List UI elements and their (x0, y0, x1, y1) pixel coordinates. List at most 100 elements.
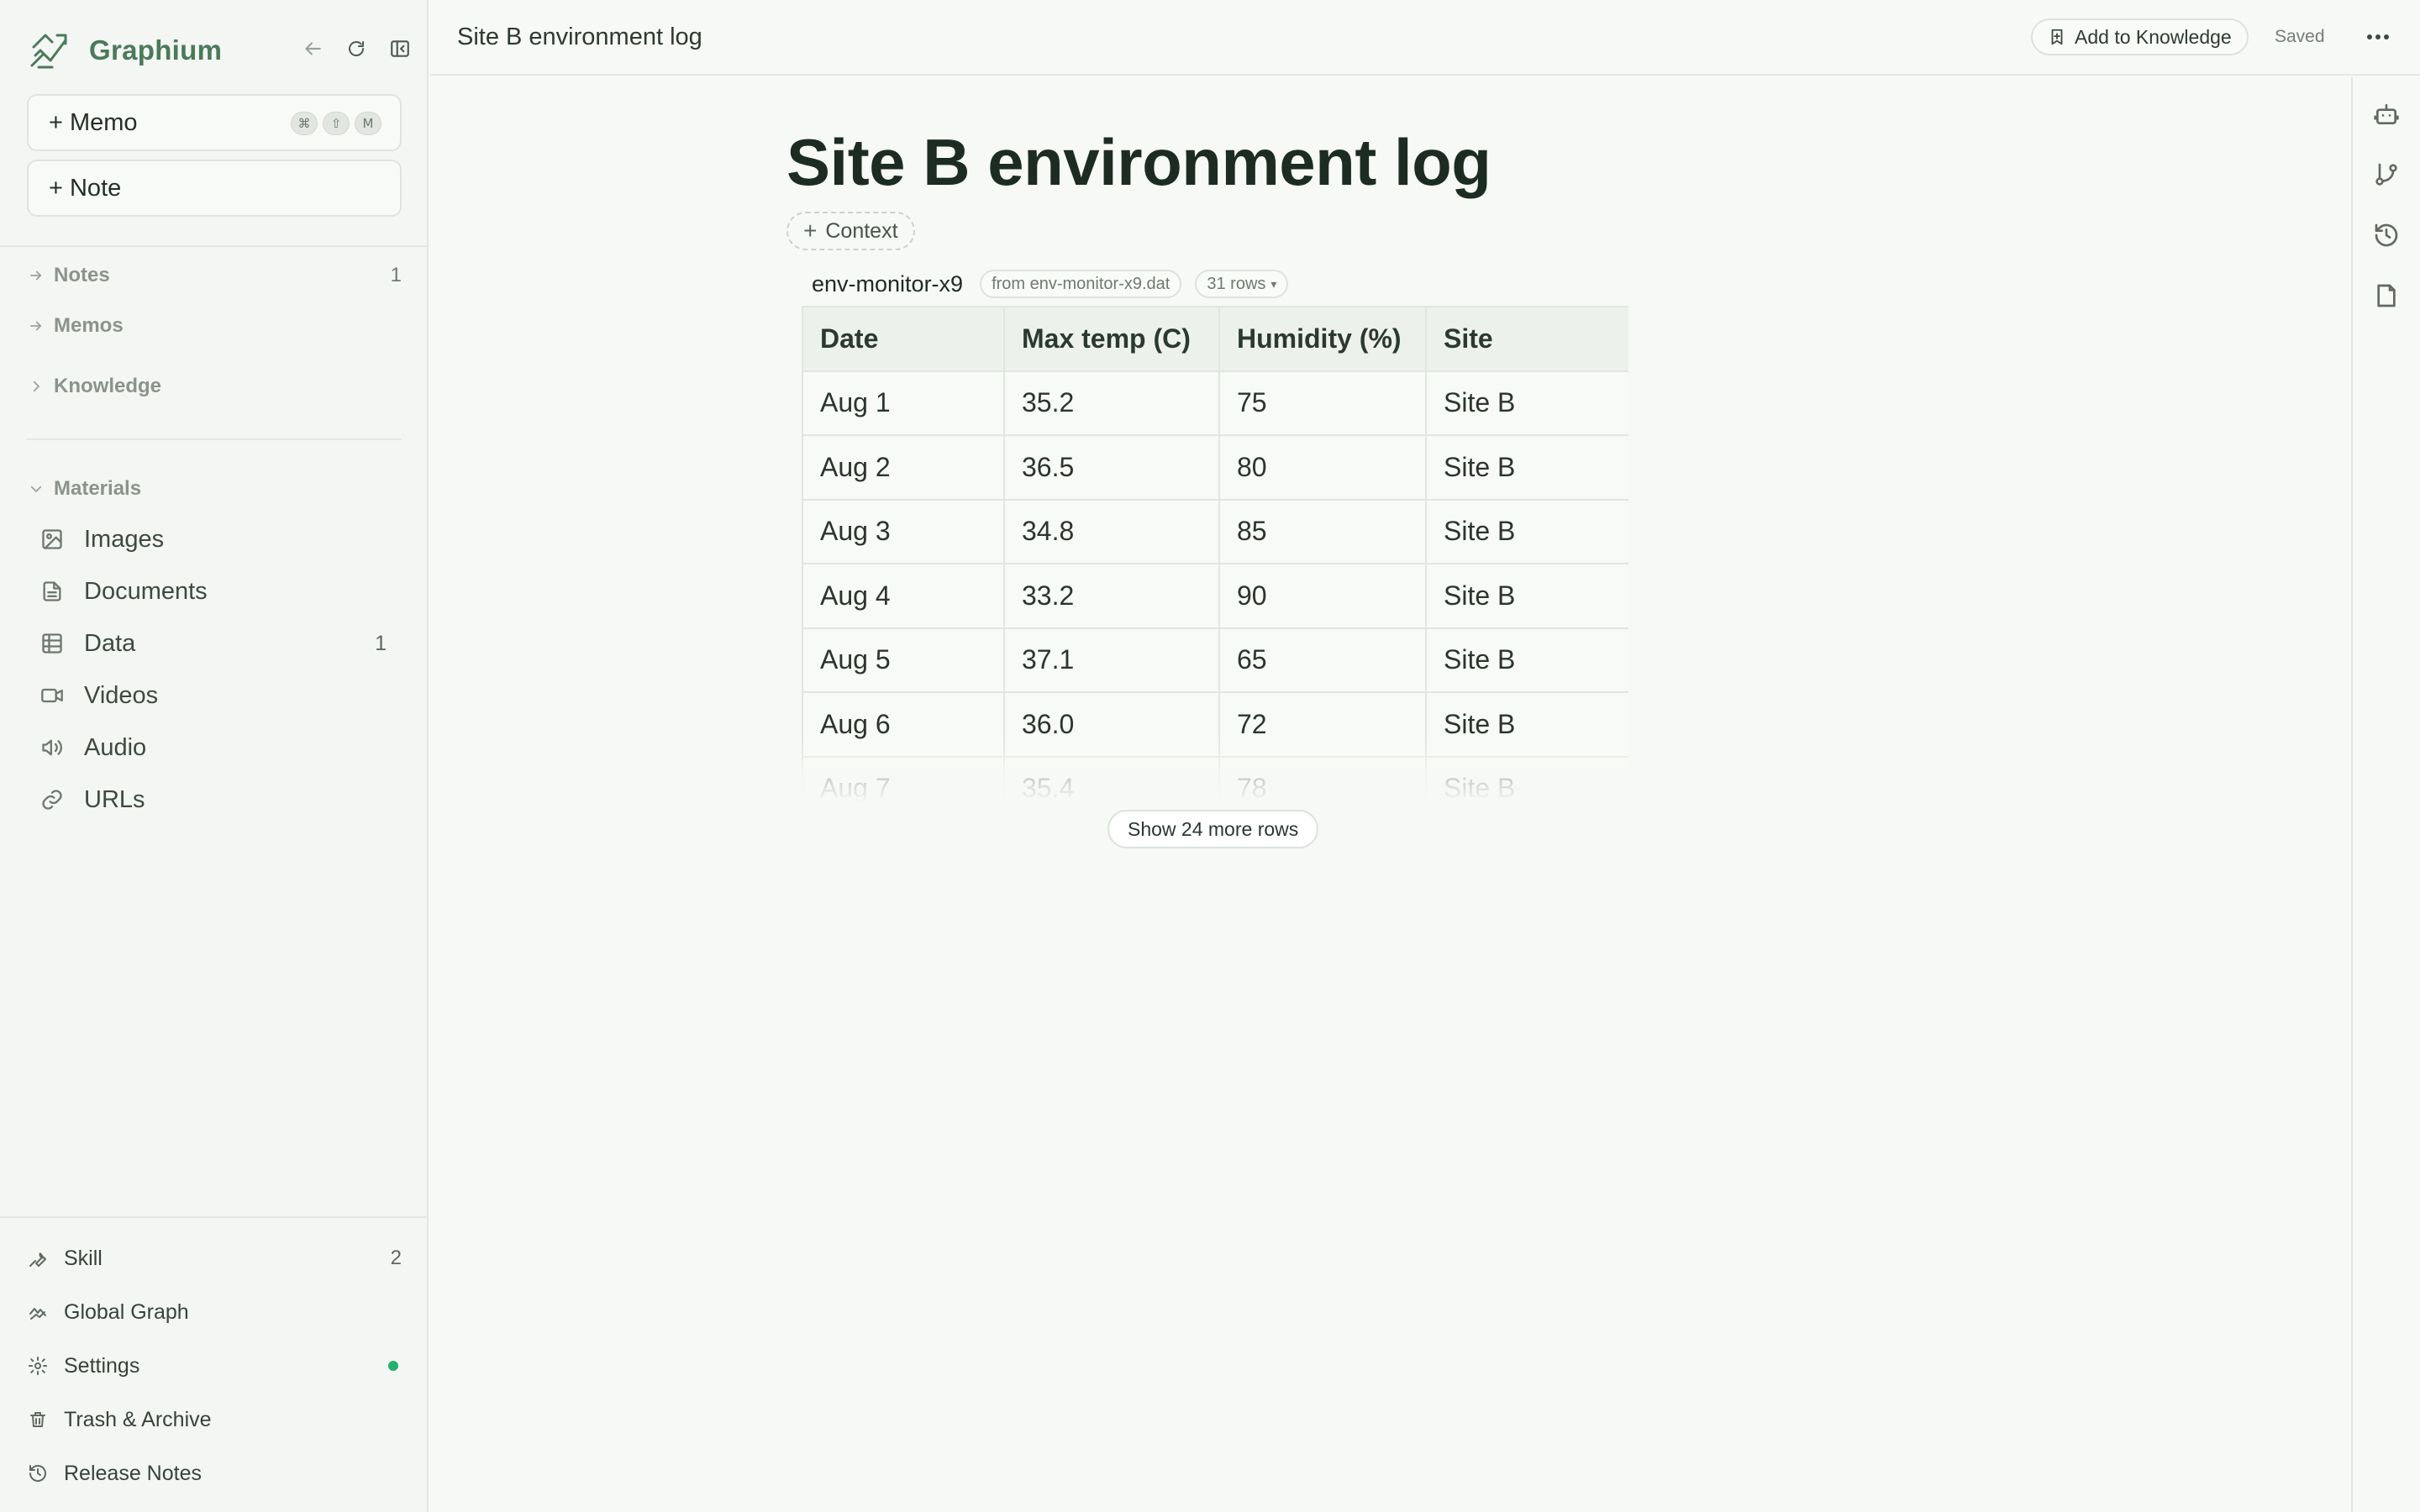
refresh-icon[interactable] (343, 35, 370, 62)
sidebar-section-materials[interactable]: Materials (27, 472, 402, 506)
history-icon[interactable] (2371, 220, 2402, 250)
wrench-icon (27, 1247, 49, 1269)
sidebar-item-urls[interactable]: URLs (39, 780, 402, 820)
sidebar-item-label: Documents (84, 577, 208, 605)
column-header[interactable]: Humidity (%) (1218, 306, 1427, 372)
table-cell[interactable]: Site B (1425, 370, 1628, 436)
arrow-right-icon (27, 266, 45, 285)
rows-count-label: 31 rows (1207, 274, 1266, 293)
sidebar-item-data[interactable]: Data 1 (39, 623, 402, 664)
table-cell[interactable]: 65 (1218, 627, 1427, 693)
table-row: Aug 6 36.0 72 Site B (802, 691, 1628, 758)
sidebar-item-label: Settings (64, 1353, 140, 1378)
table-row: Aug 1 35.2 75 Site B (802, 370, 1628, 436)
trash-icon (27, 1409, 49, 1431)
sidebar-item-label: Images (84, 525, 165, 553)
caret-down-icon: ▾ (1270, 276, 1277, 291)
sidebar-item-label: Trash & Archive (64, 1407, 212, 1431)
table-cell[interactable]: Aug 5 (802, 627, 1005, 693)
image-icon (39, 526, 66, 553)
sidebar-item-images[interactable]: Images (39, 519, 402, 559)
show-more-rows-button[interactable]: Show 24 more rows (1107, 810, 1319, 848)
table-cell[interactable]: Site B (1425, 434, 1628, 501)
branch-icon[interactable] (2371, 160, 2402, 190)
dataset-name[interactable]: env-monitor-x9 (812, 271, 963, 297)
table-cell[interactable]: 33.2 (1003, 563, 1220, 629)
robot-icon[interactable] (2371, 99, 2402, 129)
column-header[interactable]: Site (1425, 306, 1628, 372)
sidebar-item-label: Skill (64, 1246, 103, 1270)
table-cell[interactable]: 36.0 (1003, 691, 1220, 758)
table-cell[interactable]: Aug 1 (802, 370, 1005, 436)
page-icon[interactable] (2371, 281, 2402, 311)
sidebar-item-release-notes[interactable]: Release Notes (27, 1455, 402, 1492)
sidebar-item-knowledge[interactable]: Knowledge (27, 370, 402, 403)
video-icon (39, 682, 66, 709)
sidebar-item-settings[interactable]: Settings (27, 1347, 402, 1384)
collapse-sidebar-icon[interactable] (387, 35, 413, 62)
sidebar-item-trash-archive[interactable]: Trash & Archive (27, 1401, 402, 1438)
sidebar-item-notes[interactable]: Notes 1 (27, 259, 402, 292)
table-cell[interactable]: Aug 4 (802, 563, 1005, 629)
table-cell[interactable]: 75 (1218, 370, 1427, 436)
new-memo-label: + Memo (49, 108, 138, 136)
column-header[interactable]: Max temp (C) (1003, 306, 1220, 372)
breadcrumb[interactable]: Site B environment log (457, 24, 702, 51)
new-note-label: + Note (49, 174, 122, 202)
link-icon (39, 786, 66, 813)
brand[interactable]: Graphium (27, 29, 222, 72)
sidebar-item-videos[interactable]: Videos (39, 675, 402, 716)
sidebar-item-global-graph[interactable]: Global Graph (27, 1294, 402, 1331)
table-cell[interactable]: 72 (1218, 691, 1427, 758)
status-dot (388, 1361, 398, 1371)
dataset-source-badge: from env-monitor-x9.dat (980, 270, 1182, 298)
back-arrow-icon[interactable] (299, 35, 326, 62)
table-cell[interactable]: Aug 3 (802, 498, 1005, 564)
new-note-button[interactable]: + Note (27, 160, 402, 217)
sidebar-divider (0, 245, 427, 247)
page-title[interactable]: Site B environment log (786, 124, 1491, 201)
table-cell[interactable]: 90 (1218, 563, 1427, 629)
more-options-icon[interactable] (2363, 25, 2393, 49)
sidebar-item-skill[interactable]: Skill 2 (27, 1240, 402, 1277)
add-to-knowledge-button[interactable]: Add to Knowledge (2031, 18, 2249, 55)
table-cell[interactable]: Aug 2 (802, 434, 1005, 501)
sidebar-divider (0, 1216, 427, 1218)
shortcut-key: ⌘ (291, 112, 318, 135)
app-name: Graphium (89, 34, 223, 66)
table-cell[interactable]: 78 (1218, 755, 1427, 801)
table-cell[interactable]: Site B (1425, 755, 1628, 801)
table-cell[interactable]: 34.8 (1003, 498, 1220, 564)
rows-count-badge[interactable]: 31 rows ▾ (1195, 270, 1289, 298)
table-cell[interactable]: Site B (1425, 563, 1628, 629)
add-to-knowledge-label: Add to Knowledge (2075, 25, 2232, 48)
materials-label: Materials (54, 477, 142, 500)
sidebar-item-memos[interactable]: Memos (27, 309, 402, 343)
sidebar-item-label: Videos (84, 681, 159, 709)
table-cell[interactable]: Site B (1425, 498, 1628, 564)
sidebar-item-audio[interactable]: Audio (39, 727, 402, 768)
table-row: Aug 3 34.8 85 Site B (802, 498, 1628, 564)
table-cell[interactable]: 35.4 (1003, 755, 1220, 801)
bookmark-add-icon (2048, 28, 2066, 46)
shortcut-key: M (355, 112, 381, 135)
table-cell[interactable]: Site B (1425, 627, 1628, 693)
table-cell[interactable]: 85 (1218, 498, 1427, 564)
new-memo-button[interactable]: + Memo ⌘ ⇧ M (27, 94, 402, 151)
sidebar: Graphium + Memo ⌘ ⇧ M + Note Notes 1 Mem… (0, 0, 429, 1512)
sidebar-item-documents[interactable]: Documents (39, 571, 402, 612)
data-table: Date Max temp (C) Humidity (%) Site Aug … (802, 306, 1628, 801)
add-context-button[interactable]: + Context (786, 212, 915, 250)
sidebar-item-label: Data (84, 629, 136, 657)
table-cell[interactable]: Aug 7 (802, 755, 1005, 801)
table-row: Aug 4 33.2 90 Site B (802, 563, 1628, 629)
table-cell[interactable]: Site B (1425, 691, 1628, 758)
column-header[interactable]: Date (802, 306, 1005, 372)
dataset-header: env-monitor-x9 from env-monitor-x9.dat 3… (812, 269, 1289, 299)
table-cell[interactable]: 80 (1218, 434, 1427, 501)
table-cell[interactable]: Aug 6 (802, 691, 1005, 758)
table-cell[interactable]: 37.1 (1003, 627, 1220, 693)
table-cell[interactable]: 36.5 (1003, 434, 1220, 501)
table-cell[interactable]: 35.2 (1003, 370, 1220, 436)
skill-count: 2 (390, 1247, 402, 1269)
